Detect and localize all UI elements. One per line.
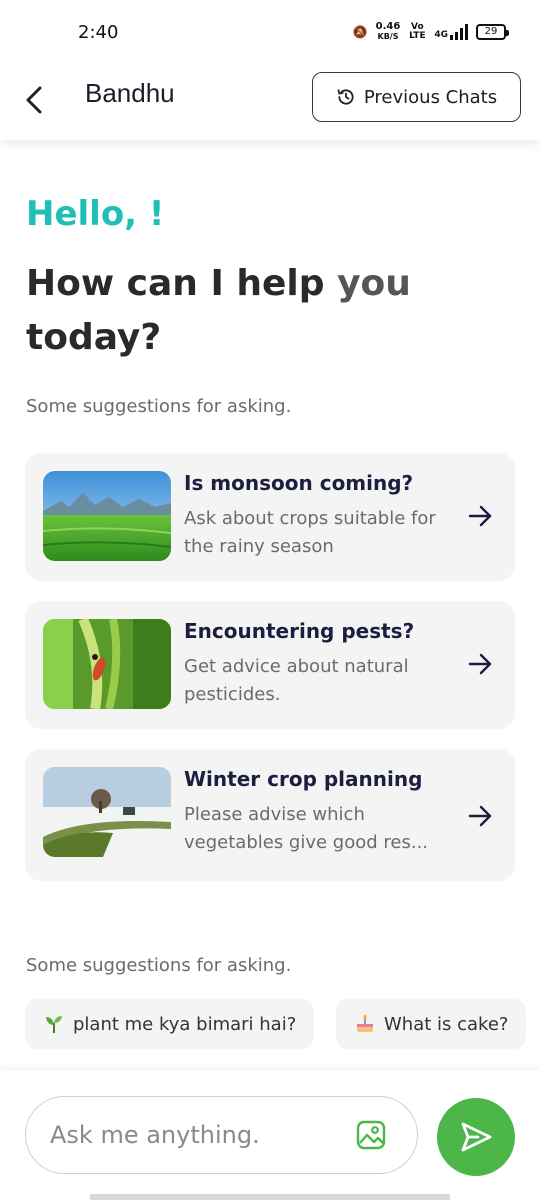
previous-chats-button[interactable]: Previous Chats	[312, 72, 521, 122]
history-icon	[337, 89, 354, 105]
card-title: Is monsoon coming?	[184, 471, 414, 495]
card-description: Get advice about natural pesticides.	[184, 656, 409, 705]
suggestions-label-2: Some suggestions for asking.	[26, 955, 292, 976]
network-speed: 0.46 KB/S	[376, 22, 401, 42]
status-time: 2:40	[78, 22, 119, 43]
volte-label: Vo LTE	[409, 22, 426, 41]
greeting-question: How can I help you today?	[26, 257, 446, 365]
card-description: Ask about crops suitable for the rainy s…	[184, 508, 436, 557]
send-icon	[461, 1122, 492, 1152]
network-speed-value: 0.46	[375, 21, 401, 32]
greeting-help-text: How can I help	[26, 263, 325, 304]
image-icon	[356, 1120, 386, 1150]
chevron-left-icon	[26, 86, 42, 114]
suggestions-label: Some suggestions for asking.	[26, 396, 292, 417]
send-button[interactable]	[437, 1098, 515, 1176]
greeting-hello: Hello, !	[26, 194, 165, 234]
network-speed-unit: KB/S	[377, 32, 399, 41]
status-icons: 🔕 0.46 KB/S Vo LTE 4G 29	[352, 22, 509, 42]
attach-image-button[interactable]	[355, 1119, 387, 1151]
suggestion-card-monsoon[interactable]: Is monsoon coming? Ask about crops suita…	[25, 453, 515, 581]
seedling-icon	[46, 1016, 62, 1033]
signal-icon	[450, 24, 468, 40]
app-header: Bandhu Previous Chats	[0, 64, 540, 140]
network-type: 4G	[434, 30, 448, 40]
status-bar: 2:40 🔕 0.46 KB/S Vo LTE 4G 29	[0, 0, 540, 64]
signal-strength: 4G	[434, 24, 468, 40]
monsoon-image	[43, 471, 171, 561]
message-input-container	[25, 1096, 418, 1174]
previous-chats-label: Previous Chats	[363, 86, 498, 108]
cake-icon	[357, 1014, 373, 1032]
chip-label: plant me kya bimari hai?	[73, 1013, 297, 1035]
suggestion-card-pests[interactable]: Encountering pests? Get advice about nat…	[25, 601, 515, 729]
pests-image	[43, 619, 171, 709]
mute-notification-icon: 🔕	[352, 25, 368, 39]
suggestion-card-winter[interactable]: Winter crop planning Please advise which…	[25, 749, 515, 881]
home-indicator	[90, 1194, 450, 1200]
chip-label: What is cake?	[384, 1013, 509, 1035]
greeting-you-text: you	[337, 263, 411, 304]
card-title: Encountering pests?	[184, 619, 415, 643]
battery-level: 29	[484, 26, 498, 37]
card-title: Winter crop planning	[184, 767, 423, 791]
battery-icon: 29	[476, 24, 509, 40]
chip-what-is-cake[interactable]: What is cake?	[336, 999, 527, 1049]
greeting-today-text: today?	[26, 317, 162, 358]
message-input[interactable]	[50, 1115, 340, 1155]
back-button[interactable]	[20, 80, 52, 120]
page-title: Bandhu	[85, 78, 175, 108]
arrow-right-icon	[468, 653, 492, 675]
chip-plant-disease[interactable]: plant me kya bimari hai?	[25, 999, 315, 1049]
winter-field-image	[43, 767, 171, 857]
composer-bar	[0, 1070, 540, 1200]
arrow-right-icon	[468, 805, 492, 827]
arrow-right-icon	[468, 505, 492, 527]
card-description: Please advise which vegetables give good…	[184, 804, 429, 853]
